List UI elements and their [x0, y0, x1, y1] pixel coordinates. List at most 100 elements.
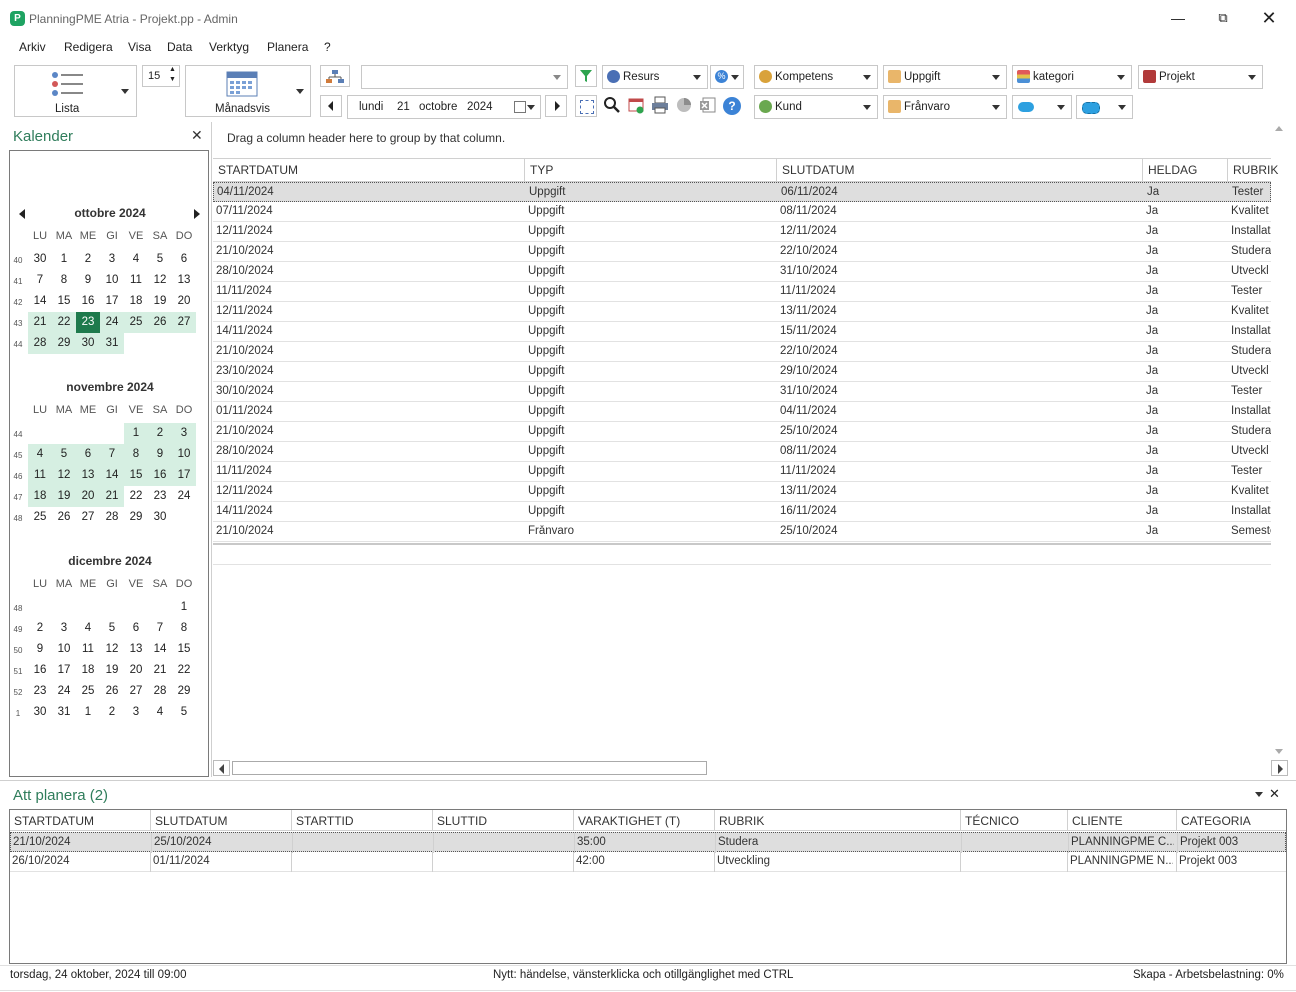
- menu-visa[interactable]: Visa: [128, 40, 151, 54]
- view-month-button[interactable]: Månadsvis: [185, 65, 311, 117]
- calendar-day[interactable]: 8: [172, 618, 196, 639]
- calendar-day[interactable]: 5: [148, 249, 172, 270]
- column-header-sluttid[interactable]: SLUTTID: [437, 814, 487, 828]
- calendar-day[interactable]: 31: [52, 702, 76, 723]
- uppgift-combo[interactable]: Uppgift: [883, 65, 1007, 89]
- calendar-day[interactable]: 15: [52, 291, 76, 312]
- column-divider[interactable]: [150, 810, 151, 830]
- calendar-day[interactable]: 6: [76, 444, 100, 465]
- table-row[interactable]: 30/10/2024 Uppgift 31/10/2024 Ja Tester: [213, 382, 1271, 402]
- calendar-day[interactable]: 9: [148, 444, 172, 465]
- calendar-day[interactable]: 28: [148, 681, 172, 702]
- calendar-day[interactable]: 21: [28, 312, 52, 333]
- menu-verktyg[interactable]: Verktyg: [209, 40, 249, 54]
- calendar-day[interactable]: 8: [52, 270, 76, 291]
- column-header-slutdatum[interactable]: SLUTDATUM: [155, 814, 227, 828]
- excel-export-icon[interactable]: [698, 96, 718, 116]
- column-divider[interactable]: [960, 810, 961, 830]
- table-row[interactable]: 11/11/2024 Uppgift 11/11/2024 Ja Tester: [213, 282, 1271, 302]
- calendar-day[interactable]: 5: [172, 702, 196, 723]
- table-row[interactable]: 14/11/2024 Uppgift 15/11/2024 Ja Installat: [213, 322, 1271, 342]
- calendar-day[interactable]: 12: [100, 639, 124, 660]
- calendar-day[interactable]: 20: [172, 291, 196, 312]
- hierarchy-icon[interactable]: [320, 65, 350, 87]
- calendar-day[interactable]: 28: [100, 507, 124, 528]
- column-header-typ[interactable]: TYP: [530, 163, 553, 177]
- panel-splitter[interactable]: [0, 780, 1296, 781]
- column-divider[interactable]: [291, 810, 292, 830]
- calendar-day[interactable]: 22: [124, 486, 148, 507]
- scroll-up-icon[interactable]: [1275, 126, 1283, 131]
- calendar-day[interactable]: 10: [100, 270, 124, 291]
- column-header-cliente[interactable]: CLIENTE: [1072, 814, 1123, 828]
- chevron-down-icon[interactable]: [296, 89, 304, 94]
- calendar-day[interactable]: 27: [124, 681, 148, 702]
- kund-combo[interactable]: Kund: [754, 95, 878, 119]
- scroll-right-button[interactable]: [1271, 760, 1288, 776]
- column-divider[interactable]: [714, 810, 715, 830]
- calendar-day[interactable]: 17: [172, 465, 196, 486]
- calendar-day[interactable]: 4: [28, 444, 52, 465]
- column-divider[interactable]: [1142, 159, 1143, 181]
- calendar-day[interactable]: 6: [124, 618, 148, 639]
- chevron-down-icon[interactable]: [121, 89, 129, 94]
- menu-data[interactable]: Data: [167, 40, 192, 54]
- calendar-day[interactable]: 16: [148, 465, 172, 486]
- calendar-day[interactable]: 3: [100, 249, 124, 270]
- calendar-day[interactable]: 11: [124, 270, 148, 291]
- kategori-combo[interactable]: kategori: [1012, 65, 1132, 89]
- calendar-day[interactable]: 15: [172, 639, 196, 660]
- calendar-day[interactable]: 21: [148, 660, 172, 681]
- calendar-day[interactable]: 13: [172, 270, 196, 291]
- calendar-day[interactable]: 29: [172, 681, 196, 702]
- calendar-day[interactable]: 8: [124, 444, 148, 465]
- calendar-day[interactable]: 19: [148, 291, 172, 312]
- vertical-scrollbar[interactable]: [1271, 122, 1288, 760]
- table-row[interactable]: 14/11/2024 Uppgift 16/11/2024 Ja Installat: [213, 502, 1271, 522]
- calendar-day[interactable]: 16: [28, 660, 52, 681]
- calendar-day[interactable]: 26: [148, 312, 172, 333]
- table-row[interactable]: 01/11/2024 Uppgift 04/11/2024 Ja Installat: [213, 402, 1271, 422]
- table-row[interactable]: 04/11/2024 Uppgift 06/11/2024 Ja Tester: [213, 182, 1271, 202]
- column-header-slutdatum[interactable]: SLUTDATUM: [782, 163, 854, 177]
- table-row[interactable]: 28/10/2024 Uppgift 31/10/2024 Ja Utveckl: [213, 262, 1271, 282]
- calendar-day[interactable]: 17: [100, 291, 124, 312]
- prev-date-button[interactable]: [320, 95, 342, 117]
- calendar-day[interactable]: 12: [52, 465, 76, 486]
- search-combo[interactable]: [361, 65, 568, 89]
- calendar-day[interactable]: 17: [52, 660, 76, 681]
- calendar-day[interactable]: 30: [148, 507, 172, 528]
- calendar-day[interactable]: 5: [52, 444, 76, 465]
- calendar-add-icon[interactable]: [626, 96, 646, 116]
- column-divider[interactable]: [573, 810, 574, 830]
- column-header-startdatum[interactable]: STARTDATUM: [14, 814, 94, 828]
- table-row[interactable]: 21/10/2024 25/10/2024 35:00 Studera PLANNING…: [10, 832, 1286, 853]
- calendar-day[interactable]: 2: [76, 249, 100, 270]
- kompetens-combo[interactable]: Kompetens: [754, 65, 878, 89]
- column-header-tecnico[interactable]: TÉCNICO: [965, 814, 1019, 828]
- calendar-day[interactable]: 18: [28, 486, 52, 507]
- calendar-day[interactable]: 7: [28, 270, 52, 291]
- calendar-day[interactable]: 11: [76, 639, 100, 660]
- calendar-day[interactable]: 5: [100, 618, 124, 639]
- chevron-down-icon[interactable]: [1255, 792, 1263, 797]
- menu-redigera[interactable]: Redigera: [64, 40, 113, 54]
- select-area-icon[interactable]: [575, 95, 597, 117]
- calendar-day[interactable]: 27: [172, 312, 196, 333]
- spinner-up-icon[interactable]: ▲: [169, 66, 176, 73]
- calendar-day[interactable]: 13: [124, 639, 148, 660]
- close-icon[interactable]: ✕: [191, 127, 203, 144]
- calendar-day[interactable]: 10: [172, 444, 196, 465]
- calendar-day[interactable]: 26: [100, 681, 124, 702]
- column-divider[interactable]: [524, 159, 525, 181]
- column-header-starttid[interactable]: STARTTID: [296, 814, 354, 828]
- calendar-day[interactable]: 1: [172, 597, 196, 618]
- scroll-thumb[interactable]: [232, 761, 707, 775]
- calendar-day[interactable]: 16: [76, 291, 100, 312]
- table-row[interactable]: 12/11/2024 Uppgift 13/11/2024 Ja Kvalitet: [213, 302, 1271, 322]
- calendar-day[interactable]: 23: [28, 681, 52, 702]
- calendar-day[interactable]: 4: [124, 249, 148, 270]
- column-header-heldag[interactable]: HELDAG: [1148, 163, 1197, 177]
- help-icon[interactable]: ?: [722, 96, 742, 116]
- calendar-day[interactable]: 2: [148, 423, 172, 444]
